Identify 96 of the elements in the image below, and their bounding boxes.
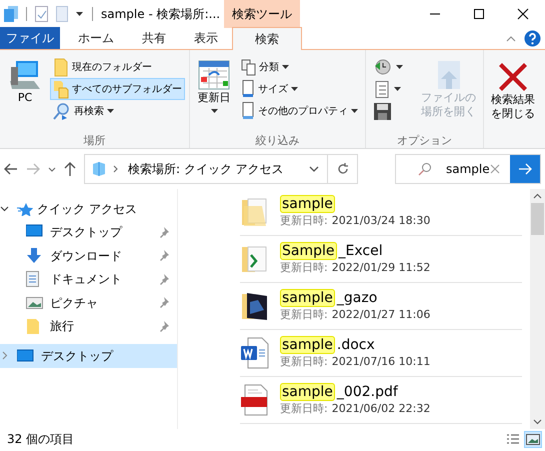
up-icon[interactable] (64, 162, 76, 176)
tree-item[interactable]: ドキュメント (0, 268, 177, 291)
group-label: 絞り込み (254, 134, 300, 148)
pin-icon[interactable] (160, 272, 170, 286)
ribbon-tab[interactable]: ホーム (64, 27, 128, 49)
file-name[interactable]: sample (280, 195, 430, 213)
modified-label: 更新日時: (280, 354, 328, 370)
file-name[interactable]: sample _002.pdf (280, 383, 430, 401)
location-icon (91, 161, 107, 177)
modified-label: 更新日時: (280, 401, 328, 417)
tree-item[interactable]: ピクチャ (0, 291, 177, 314)
recent-icon[interactable] (48, 166, 56, 172)
ribbon-button[interactable]: 再検索 (50, 100, 117, 122)
refresh-icon[interactable] (336, 163, 348, 175)
dropdown-icon (210, 109, 218, 113)
dropdown-icon (291, 87, 298, 91)
context-tab-label: 検索ツール (224, 0, 300, 28)
tree-item[interactable]: 旅行 (0, 314, 177, 338)
tree-item[interactable]: ダウンロード (0, 244, 177, 268)
expanded-icon[interactable] (0, 204, 9, 214)
search-icon (418, 162, 432, 176)
window-title: sample - 検索場所:... (101, 6, 220, 23)
ribbon-button[interactable]: すべてのサブフォルダー (50, 78, 185, 100)
help-icon[interactable] (524, 30, 541, 47)
back-icon[interactable] (4, 163, 18, 175)
pin-icon[interactable] (160, 226, 170, 239)
modified-date: 2021/03/24 18:30 (332, 213, 430, 229)
pdf-icon (240, 384, 270, 416)
address-path: 検索場所: クイック アクセス (128, 161, 284, 178)
dropdown-icon (107, 109, 114, 113)
large-icons-view-icon[interactable] (525, 432, 541, 446)
pin-icon[interactable] (160, 249, 170, 262)
ribbon-button[interactable]: 分類 (238, 56, 292, 78)
search-text: sample (446, 161, 490, 178)
subfolders-icon (53, 80, 69, 98)
modified-label: 更新日時: (280, 260, 328, 276)
clear-icon[interactable] (490, 164, 500, 174)
item-count: 32 個の項目 (7, 431, 74, 448)
collapse-ribbon-icon[interactable] (506, 36, 516, 42)
group-label: オプション (396, 134, 453, 148)
address-bar[interactable]: 検索場所: クイック アクセス (84, 154, 358, 184)
file-name[interactable]: Sample _Excel (280, 242, 430, 260)
star-icon (17, 202, 33, 216)
modified-date: 2021/06/02 22:32 (332, 401, 430, 417)
search-go-button[interactable] (510, 155, 540, 183)
ribbon-tab[interactable]: ファイル (0, 27, 60, 49)
modified-label: 更新日時: (280, 213, 328, 229)
search-field[interactable]: sample (395, 154, 541, 184)
search-again-icon (53, 102, 71, 120)
document-icon (241, 80, 255, 98)
ribbon-button[interactable]: PC (4, 56, 46, 122)
calendar-icon (197, 59, 231, 91)
tree-item[interactable]: デスクトップ (0, 220, 177, 244)
modified-date: 2021/07/16 10:11 (332, 354, 430, 370)
ribbon-button[interactable]: その他のプロパティ (238, 100, 361, 122)
scrollbar-thumb[interactable] (531, 203, 544, 235)
dropdown-icon[interactable] (76, 12, 84, 16)
group-label: 場所 (82, 134, 106, 148)
document-icon (241, 102, 255, 120)
dropdown-icon (282, 65, 289, 69)
computer-icon (7, 59, 43, 91)
history-icon (373, 58, 393, 76)
dropdown-icon[interactable] (309, 166, 319, 172)
ribbon-tab[interactable]: 表示 (180, 27, 232, 49)
ribbon-tab[interactable]: 検索 (232, 27, 302, 50)
desktop-icon (17, 349, 35, 362)
file-name[interactable]: sample _gazo (280, 289, 430, 307)
modified-date: 2022/01/27 11:06 (332, 307, 430, 323)
modified-date: 2022/01/29 11:52 (332, 260, 430, 276)
pin-icon[interactable] (160, 296, 170, 310)
picture-icon (26, 294, 44, 311)
download-icon (26, 248, 44, 264)
file-name[interactable]: sample .docx (280, 336, 430, 354)
properties-icon[interactable] (35, 6, 48, 22)
ribbon-button[interactable]: 現在のフォルダー (50, 56, 155, 78)
tree-item[interactable]: クイック アクセス (0, 197, 177, 220)
save-icon (373, 102, 392, 120)
ribbon-tab[interactable]: 共有 (128, 27, 180, 49)
modified-label: 更新日時: (280, 307, 328, 323)
folders-icon (4, 6, 18, 22)
pin-icon[interactable] (160, 320, 170, 333)
chevron-icon (113, 165, 118, 173)
details-view-icon[interactable] (505, 432, 521, 446)
arrow-icon (518, 163, 532, 175)
folder-icon (240, 290, 270, 322)
dropdown-icon (396, 65, 403, 69)
ribbon-button[interactable]: 検索結果 を閉じる (488, 56, 538, 124)
list-icon (373, 80, 391, 98)
collapsed-icon[interactable] (0, 351, 9, 360)
word-document-icon (240, 337, 270, 369)
ribbon-button[interactable]: サイズ (238, 78, 301, 100)
dropdown-icon (394, 87, 401, 91)
ribbon-button[interactable]: 更新日 (194, 56, 234, 122)
dropdown-icon (351, 109, 358, 113)
folder-icon (53, 58, 69, 76)
tree-item[interactable]: デスクトップ (0, 344, 177, 368)
